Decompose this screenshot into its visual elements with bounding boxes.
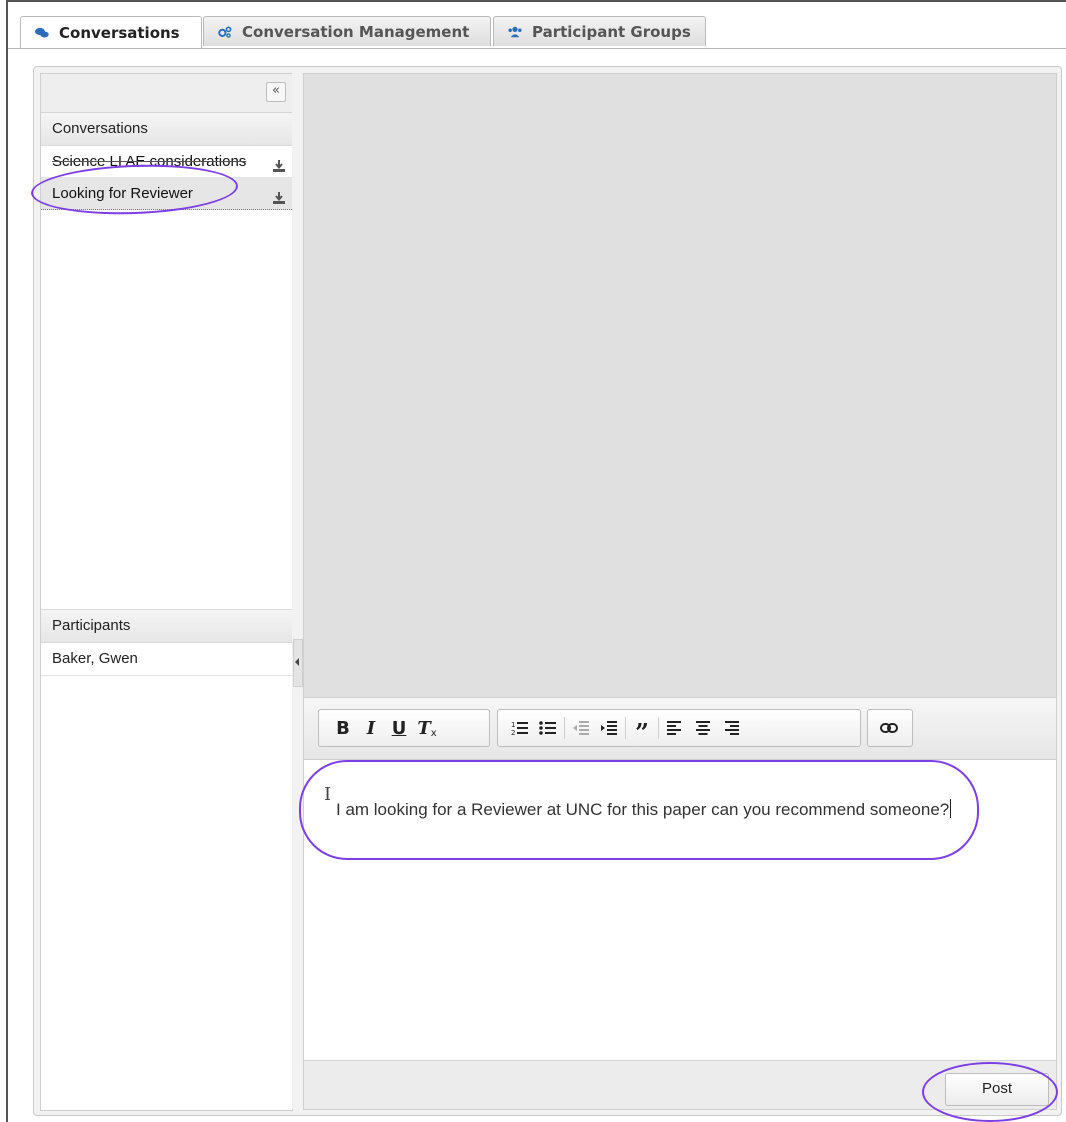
participants-section-header: Participants	[41, 609, 292, 643]
post-button[interactable]: Post	[945, 1073, 1049, 1106]
editor-footer: Post	[303, 1060, 1057, 1110]
align-center-icon[interactable]	[689, 714, 717, 742]
bulleted-list-icon[interactable]	[534, 714, 562, 742]
tab-bar: Conversations Conversation Management Pa…	[8, 8, 1066, 49]
toolbar-separator	[564, 717, 565, 739]
window-top-border	[6, 0, 1066, 2]
collapse-sidebar-button[interactable]: «	[266, 82, 286, 102]
tab-conversation-management[interactable]: Conversation Management	[203, 16, 491, 46]
align-left-icon[interactable]	[661, 714, 689, 742]
comments-icon	[35, 26, 49, 40]
message-editor[interactable]: I I am looking for a Reviewer at UNC for…	[303, 759, 1057, 1061]
text-cursor-icon: I	[324, 784, 332, 805]
decrease-indent-icon[interactable]	[567, 714, 595, 742]
conversation-title: Looking for Reviewer	[52, 185, 193, 202]
toolbar-separator	[658, 717, 659, 739]
tab-label: Conversations	[59, 23, 180, 42]
underline-icon[interactable]: U	[385, 714, 413, 742]
editor-toolbar: B I U Tx 12 ”	[303, 697, 1057, 761]
text-caret	[950, 799, 952, 818]
paragraph-group: 12 ”	[497, 709, 861, 747]
svg-text:1: 1	[511, 721, 515, 729]
editor-content[interactable]: I am looking for a Reviewer at UNC for t…	[336, 796, 986, 823]
message-text: I am looking for a Reviewer at UNC for t…	[336, 800, 950, 819]
splitter-collapse-handle[interactable]	[293, 639, 303, 687]
align-right-icon[interactable]	[717, 714, 745, 742]
tab-label: Conversation Management	[242, 22, 470, 41]
link-icon[interactable]	[875, 714, 903, 742]
conversations-section-header: Conversations	[41, 113, 292, 146]
participant-item[interactable]: Baker, Gwen	[41, 643, 292, 676]
increase-indent-icon[interactable]	[595, 714, 623, 742]
download-icon[interactable]	[272, 185, 286, 204]
remove-format-icon[interactable]: Tx	[413, 714, 441, 742]
users-icon	[508, 25, 522, 39]
conversation-item-selected[interactable]: Looking for Reviewer	[41, 178, 292, 210]
toolbar-separator	[625, 717, 626, 739]
link-group	[867, 709, 913, 747]
download-icon[interactable]	[272, 153, 286, 172]
bold-icon[interactable]: B	[329, 714, 357, 742]
sidebar-header-bar: «	[41, 74, 292, 113]
cogs-icon	[218, 25, 232, 39]
tab-conversations[interactable]: Conversations	[20, 16, 202, 48]
italic-icon[interactable]: I	[357, 714, 385, 742]
tab-participant-groups[interactable]: Participant Groups	[493, 16, 706, 46]
svg-text:2: 2	[511, 729, 515, 736]
participants-section: Participants Baker, Gwen	[41, 609, 292, 676]
tab-label: Participant Groups	[532, 22, 691, 41]
numbered-list-icon[interactable]: 12	[506, 714, 534, 742]
window-left-border	[6, 0, 8, 1122]
message-view	[303, 73, 1057, 699]
panel-splitter[interactable]	[292, 73, 303, 1109]
conversation-title: Science LI AE considerations	[52, 153, 247, 170]
conversations-sidebar: « Conversations Science LI AE considerat…	[40, 73, 293, 1111]
conversation-item[interactable]: Science LI AE considerations	[41, 146, 292, 178]
blockquote-icon[interactable]: ”	[628, 714, 656, 745]
text-style-group: B I U Tx	[318, 709, 490, 747]
